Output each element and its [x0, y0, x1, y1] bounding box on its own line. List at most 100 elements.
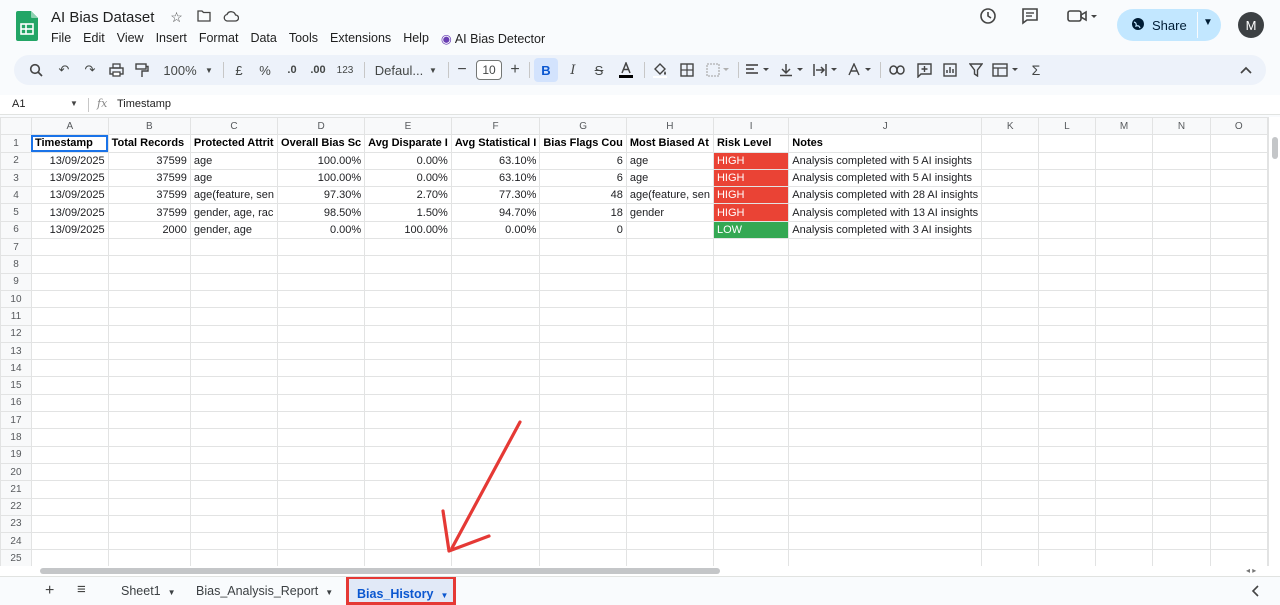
- cell[interactable]: [30, 341, 109, 361]
- cell[interactable]: [1209, 462, 1268, 482]
- cell[interactable]: [364, 307, 452, 326]
- cell[interactable]: [364, 341, 452, 361]
- cell[interactable]: 6: [539, 168, 627, 188]
- cell[interactable]: [788, 341, 983, 361]
- cell[interactable]: [1038, 134, 1096, 153]
- cell[interactable]: [539, 497, 627, 516]
- chevron-down-icon[interactable]: ▼: [440, 591, 448, 600]
- cell[interactable]: [364, 445, 452, 464]
- cell[interactable]: [450, 480, 541, 499]
- cell[interactable]: [625, 359, 714, 378]
- cell[interactable]: [30, 428, 109, 447]
- cell[interactable]: Avg Disparate I: [364, 134, 452, 153]
- cell[interactable]: [788, 272, 983, 291]
- cell[interactable]: [1038, 324, 1096, 343]
- cell[interactable]: [981, 497, 1040, 516]
- row-header[interactable]: 25: [0, 549, 32, 566]
- strikethrough-icon[interactable]: S: [590, 55, 608, 85]
- cell[interactable]: [1094, 393, 1154, 413]
- all-sheets-icon[interactable]: ≡: [77, 581, 86, 598]
- cell[interactable]: [107, 393, 191, 413]
- cell[interactable]: [1209, 393, 1268, 413]
- cell[interactable]: [277, 497, 366, 516]
- cell[interactable]: [712, 376, 790, 395]
- cell[interactable]: [1209, 341, 1268, 361]
- cell[interactable]: [107, 462, 191, 482]
- cell[interactable]: [788, 376, 983, 395]
- filter-icon[interactable]: [966, 55, 986, 85]
- tab-sheet1[interactable]: Sheet1 ▼: [121, 584, 176, 598]
- cell[interactable]: [277, 359, 366, 378]
- cell[interactable]: [364, 289, 452, 309]
- cell[interactable]: 13/09/2025: [30, 168, 109, 188]
- cell[interactable]: [712, 411, 790, 430]
- horizontal-align-icon[interactable]: [744, 55, 772, 85]
- menu-data[interactable]: Data: [250, 31, 276, 46]
- column-header[interactable]: I: [712, 117, 790, 136]
- cell[interactable]: [107, 289, 191, 309]
- cell[interactable]: [625, 549, 714, 566]
- column-header[interactable]: F: [450, 117, 541, 136]
- cell[interactable]: [712, 549, 790, 566]
- cell[interactable]: [625, 272, 714, 291]
- cell[interactable]: [788, 324, 983, 343]
- paint-format-icon[interactable]: [132, 55, 152, 85]
- cell[interactable]: [1152, 186, 1211, 205]
- cell[interactable]: [107, 359, 191, 378]
- cell[interactable]: [30, 445, 109, 464]
- cell[interactable]: [364, 393, 452, 413]
- cell[interactable]: [1209, 549, 1268, 566]
- cell[interactable]: Analysis completed with 28 AI insights: [788, 186, 983, 205]
- cell[interactable]: [625, 497, 714, 516]
- cell[interactable]: [539, 376, 627, 395]
- cell[interactable]: [1152, 289, 1211, 309]
- cell[interactable]: [30, 238, 109, 257]
- cell[interactable]: [788, 307, 983, 326]
- menu-extensions[interactable]: Extensions: [330, 31, 391, 46]
- cell[interactable]: [1094, 289, 1154, 309]
- row-header[interactable]: 21: [0, 480, 32, 499]
- cell[interactable]: [539, 341, 627, 361]
- cell[interactable]: [189, 480, 279, 499]
- cell[interactable]: age: [189, 168, 279, 188]
- cell[interactable]: [1094, 186, 1154, 205]
- cell[interactable]: gender, age: [189, 220, 279, 240]
- bold-button[interactable]: B: [534, 58, 558, 82]
- cell[interactable]: [189, 462, 279, 482]
- cell[interactable]: [1038, 203, 1096, 222]
- cell[interactable]: [277, 272, 366, 291]
- cell[interactable]: [30, 255, 109, 274]
- cell[interactable]: [1209, 376, 1268, 395]
- cell[interactable]: [788, 462, 983, 482]
- decrease-font-size-icon[interactable]: −: [454, 55, 470, 85]
- cell[interactable]: [788, 480, 983, 499]
- merge-cells-icon[interactable]: [704, 55, 732, 85]
- cell[interactable]: [1152, 549, 1211, 566]
- increase-decimal-button[interactable]: .00: [306, 55, 330, 85]
- cell[interactable]: Protected Attrit: [189, 134, 279, 153]
- cell[interactable]: [1038, 359, 1096, 378]
- cell[interactable]: [539, 445, 627, 464]
- menu-file[interactable]: File: [51, 31, 71, 46]
- cell[interactable]: [712, 497, 790, 516]
- column-header[interactable]: O: [1209, 117, 1268, 136]
- row-header[interactable]: 24: [0, 532, 32, 551]
- column-header[interactable]: A: [30, 117, 109, 136]
- cell[interactable]: [107, 324, 191, 343]
- version-history-icon[interactable]: [978, 6, 998, 31]
- cell[interactable]: [364, 376, 452, 395]
- cell[interactable]: Analysis completed with 13 AI insights: [788, 203, 983, 222]
- text-wrapping-icon[interactable]: [812, 55, 840, 85]
- cell[interactable]: [788, 411, 983, 430]
- row-header[interactable]: 17: [0, 411, 32, 430]
- cell[interactable]: [712, 462, 790, 482]
- cell[interactable]: [625, 324, 714, 343]
- search-menus-icon[interactable]: [26, 55, 46, 85]
- tab-bias-analysis-report[interactable]: Bias_Analysis_Report ▼: [196, 584, 333, 598]
- scroll-arrows-icon[interactable]: ◂ ▸: [1246, 566, 1256, 575]
- cell[interactable]: [1209, 203, 1268, 222]
- menu-edit[interactable]: Edit: [83, 31, 105, 46]
- cell[interactable]: [539, 549, 627, 566]
- cell[interactable]: [450, 376, 541, 395]
- cell[interactable]: [981, 532, 1040, 551]
